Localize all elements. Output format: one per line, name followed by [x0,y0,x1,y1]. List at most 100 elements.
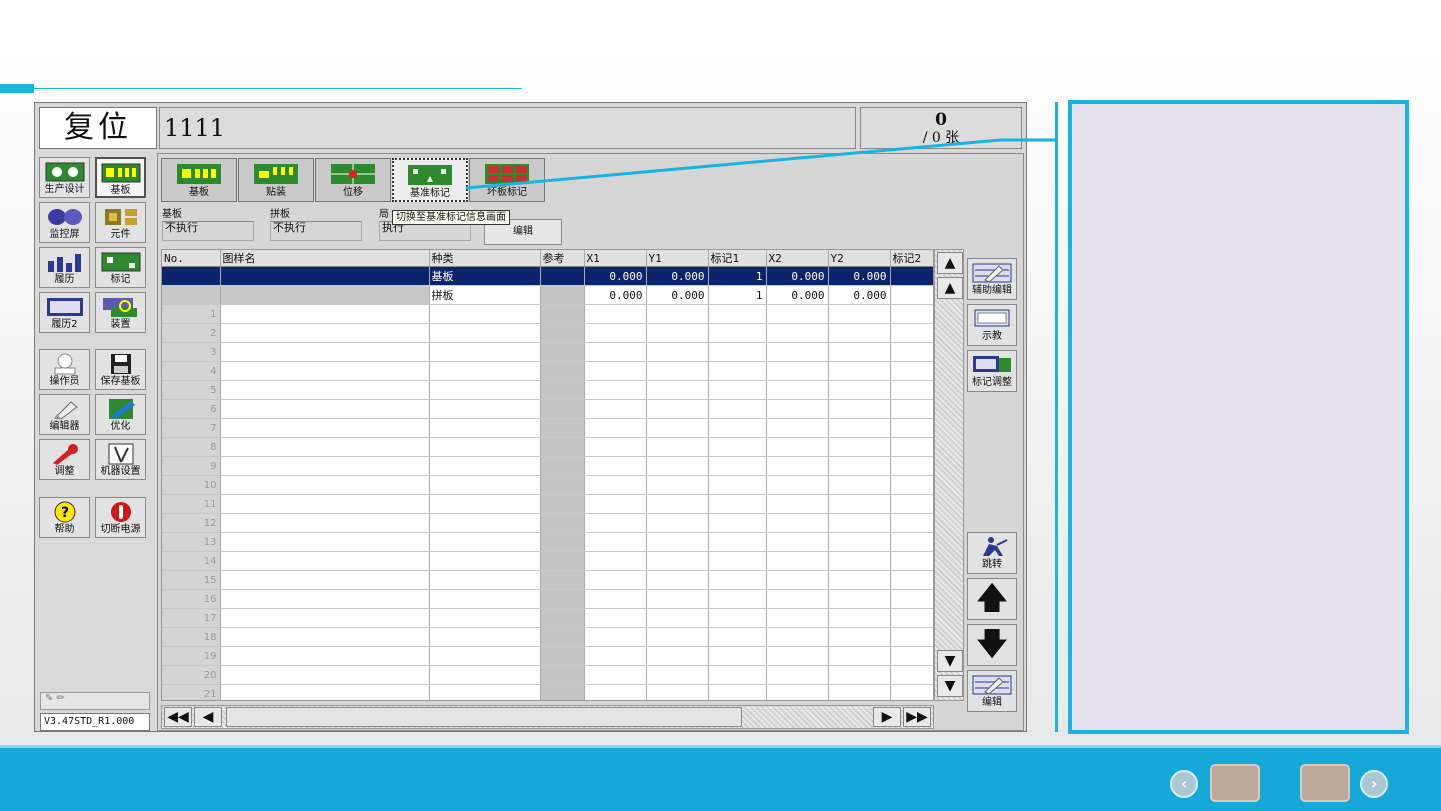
mark2-cell[interactable] [890,684,933,700]
x2-cell[interactable] [766,551,829,571]
mark-adjust-button[interactable]: 标记调整 [967,350,1017,392]
column-header[interactable]: 图样名 [220,250,430,267]
x2-cell[interactable] [766,589,829,609]
y2-cell[interactable] [828,304,891,324]
x2-cell[interactable]: 0.000 [766,285,829,305]
y1-cell[interactable] [646,684,709,700]
kind-cell[interactable] [429,323,541,343]
x1-cell[interactable] [584,494,647,514]
x2-cell[interactable] [766,361,829,381]
table-row[interactable]: 21 [162,684,933,700]
pattern-name-cell[interactable] [220,570,430,590]
table-row[interactable]: 20 [162,665,933,685]
x1-cell[interactable] [584,608,647,628]
y2-cell[interactable] [828,665,891,685]
pattern-name-cell[interactable] [220,627,430,647]
table-row[interactable]: 4 [162,361,933,381]
mark1-cell[interactable] [708,494,767,514]
x2-cell[interactable] [766,380,829,400]
mark2-cell[interactable] [890,494,933,514]
x1-cell[interactable] [584,532,647,552]
mark1-cell[interactable] [708,513,767,533]
x2-cell[interactable] [766,627,829,647]
pattern-name-cell[interactable] [220,608,430,628]
y1-cell[interactable] [646,665,709,685]
x2-cell[interactable] [766,665,829,685]
x2-cell[interactable] [766,304,829,324]
pattern-name-cell[interactable] [220,665,430,685]
x1-cell[interactable] [584,304,647,324]
ref-cell[interactable] [540,456,585,476]
y1-cell[interactable]: 0.000 [646,285,709,305]
sidebar-editor-button[interactable]: 编辑器 [39,394,90,435]
y2-cell[interactable] [828,627,891,647]
x1-cell[interactable] [584,323,647,343]
sidebar-component-button[interactable]: 元件 [95,202,146,243]
y2-cell[interactable] [828,399,891,419]
pattern-name-cell[interactable] [220,361,430,381]
mark1-cell[interactable] [708,342,767,362]
kind-cell[interactable] [429,532,541,552]
sidebar-save-board-button[interactable]: 保存基板 [95,349,146,390]
mark1-cell[interactable] [708,646,767,666]
y2-cell[interactable] [828,361,891,381]
pattern-name-cell[interactable] [220,285,430,305]
mark2-cell[interactable] [890,323,933,343]
table-row[interactable]: 13 [162,532,933,552]
kind-cell[interactable] [429,513,541,533]
mark2-cell[interactable] [890,627,933,647]
mark1-cell[interactable] [708,570,767,590]
x2-cell[interactable] [766,570,829,590]
mark2-cell[interactable] [890,361,933,381]
mark1-cell[interactable] [708,684,767,700]
mark2-cell[interactable] [890,551,933,571]
y1-cell[interactable]: 0.000 [646,266,709,286]
table-row[interactable]: 15 [162,570,933,590]
x1-cell[interactable] [584,361,647,381]
ref-cell[interactable] [540,342,585,362]
column-header[interactable]: X2 [766,250,829,267]
y1-cell[interactable] [646,342,709,362]
y1-cell[interactable] [646,608,709,628]
mark1-cell[interactable] [708,437,767,457]
table-edit-button[interactable]: 编辑 [967,670,1017,712]
ref-cell[interactable] [540,684,585,700]
mark2-cell[interactable] [890,589,933,609]
x2-cell[interactable] [766,646,829,666]
pattern-name-cell[interactable] [220,399,430,419]
y1-cell[interactable] [646,551,709,571]
mark1-cell[interactable] [708,399,767,419]
sidebar-history-button[interactable]: 履历 [39,247,90,288]
scroll-bottom-icon[interactable]: ▼ [937,675,963,697]
prev-slide-button[interactable] [1210,764,1260,802]
y2-cell[interactable] [828,342,891,362]
mark2-cell[interactable] [890,418,933,438]
sidebar-machine-settings-button[interactable]: 机器设置 [95,439,146,480]
y1-cell[interactable] [646,418,709,438]
mark2-cell[interactable] [890,665,933,685]
y2-cell[interactable] [828,532,891,552]
x2-cell[interactable] [766,437,829,457]
x2-cell[interactable] [766,475,829,495]
ref-cell[interactable] [540,304,585,324]
kind-cell[interactable] [429,380,541,400]
prev-slide-icon[interactable]: ‹ [1170,770,1198,798]
kind-cell[interactable] [429,304,541,324]
column-header[interactable]: Y1 [646,250,709,267]
scroll-down-icon[interactable]: ▼ [937,650,963,672]
column-header[interactable]: No. [162,250,221,267]
mark1-cell[interactable] [708,361,767,381]
table-row[interactable]: 7 [162,418,933,438]
y2-cell[interactable] [828,513,891,533]
x2-cell[interactable]: 0.000 [766,266,829,286]
sidebar-optimize-button[interactable]: 优化 [95,394,146,435]
x2-cell[interactable] [766,418,829,438]
y2-cell[interactable] [828,418,891,438]
y1-cell[interactable] [646,646,709,666]
column-header[interactable]: 标记2 [890,250,933,267]
pattern-name-cell[interactable] [220,684,430,700]
y2-cell[interactable] [828,494,891,514]
sidebar-production-design-button[interactable]: 生产设计 [39,157,90,198]
column-header[interactable]: X1 [584,250,647,267]
sidebar-history2-button[interactable]: 履历2 [39,292,90,333]
